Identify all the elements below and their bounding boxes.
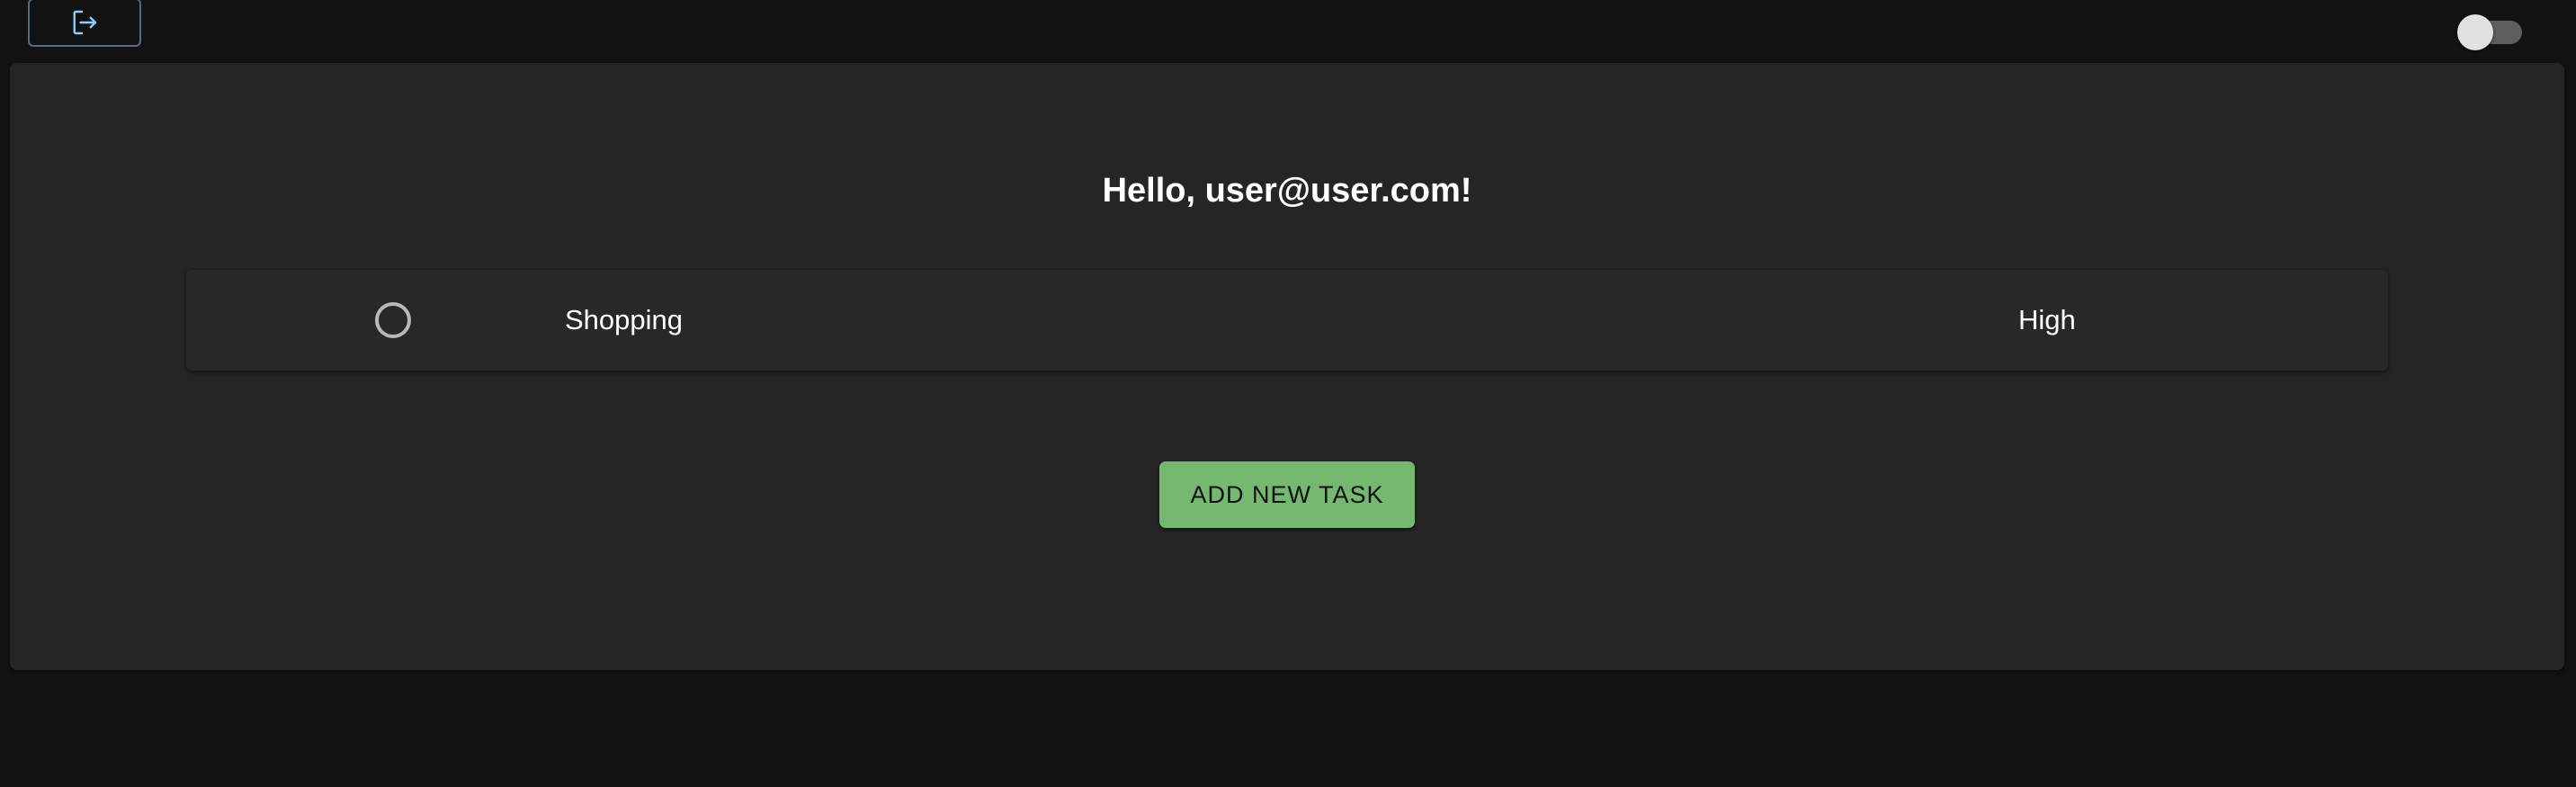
task-name[interactable]: Shopping — [565, 302, 683, 338]
greeting-heading: Hello, user@user.com! — [1102, 172, 1472, 210]
task-priority: High — [2018, 304, 2076, 335]
switch-thumb — [2457, 14, 2493, 50]
logout-icon — [68, 6, 101, 39]
theme-toggle-switch[interactable] — [2454, 11, 2529, 50]
main-card: Hello, user@user.com! Shopping High ADD … — [10, 63, 2564, 670]
add-new-task-button[interactable]: ADD NEW TASK — [1159, 461, 1415, 528]
logout-button[interactable] — [28, 0, 141, 47]
top-bar — [0, 0, 2576, 63]
task-row: Shopping High — [186, 270, 2388, 371]
task-complete-radio[interactable] — [375, 302, 411, 338]
